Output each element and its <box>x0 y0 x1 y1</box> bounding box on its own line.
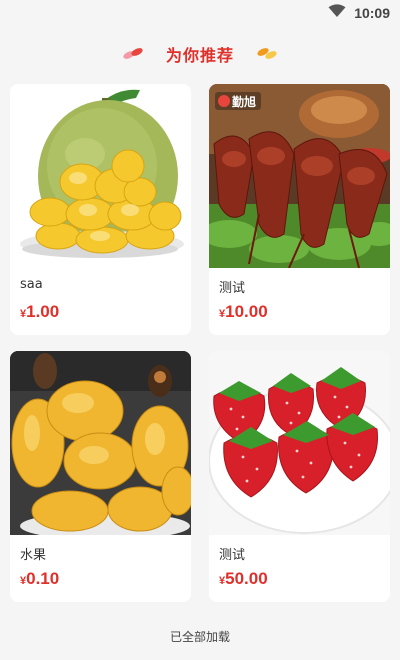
product-card[interactable]: 勤旭 测试 ¥10.00 <box>209 84 390 335</box>
recommend-header: 为你推荐 <box>0 36 400 72</box>
product-card[interactable]: 测试 ¥50.00 <box>209 351 390 602</box>
product-image[interactable] <box>10 84 191 268</box>
status-bar: 10:09 <box>0 0 400 24</box>
product-name[interactable]: saa <box>20 277 43 292</box>
brand-logo-text: 勤旭 <box>232 94 256 109</box>
product-price: ¥0.10 <box>20 569 59 589</box>
product-name[interactable]: 测试 <box>219 544 245 563</box>
product-card[interactable]: saa ¥1.00 <box>10 84 191 335</box>
price-amount: 0.10 <box>26 569 60 588</box>
wifi-icon <box>328 3 346 22</box>
product-name[interactable]: 测试 <box>219 277 245 296</box>
product-price: ¥10.00 <box>219 302 268 322</box>
petal-left-icon <box>122 45 144 64</box>
load-complete-text: 已全部加载 <box>169 630 230 644</box>
petal-right-icon <box>256 45 278 64</box>
product-image[interactable]: 勤旭 <box>209 84 390 268</box>
price-amount: 50.00 <box>225 569 268 588</box>
section-title: 为你推荐 <box>165 46 234 65</box>
product-price: ¥50.00 <box>219 569 268 589</box>
product-image[interactable] <box>10 351 191 535</box>
product-card[interactable]: 水果 ¥0.10 <box>10 351 191 602</box>
price-amount: 10.00 <box>225 302 268 321</box>
product-price: ¥1.00 <box>20 302 59 322</box>
status-time: 10:09 <box>354 4 390 21</box>
product-name[interactable]: 水果 <box>20 544 46 563</box>
price-amount: 1.00 <box>26 302 60 321</box>
product-image[interactable] <box>209 351 390 535</box>
